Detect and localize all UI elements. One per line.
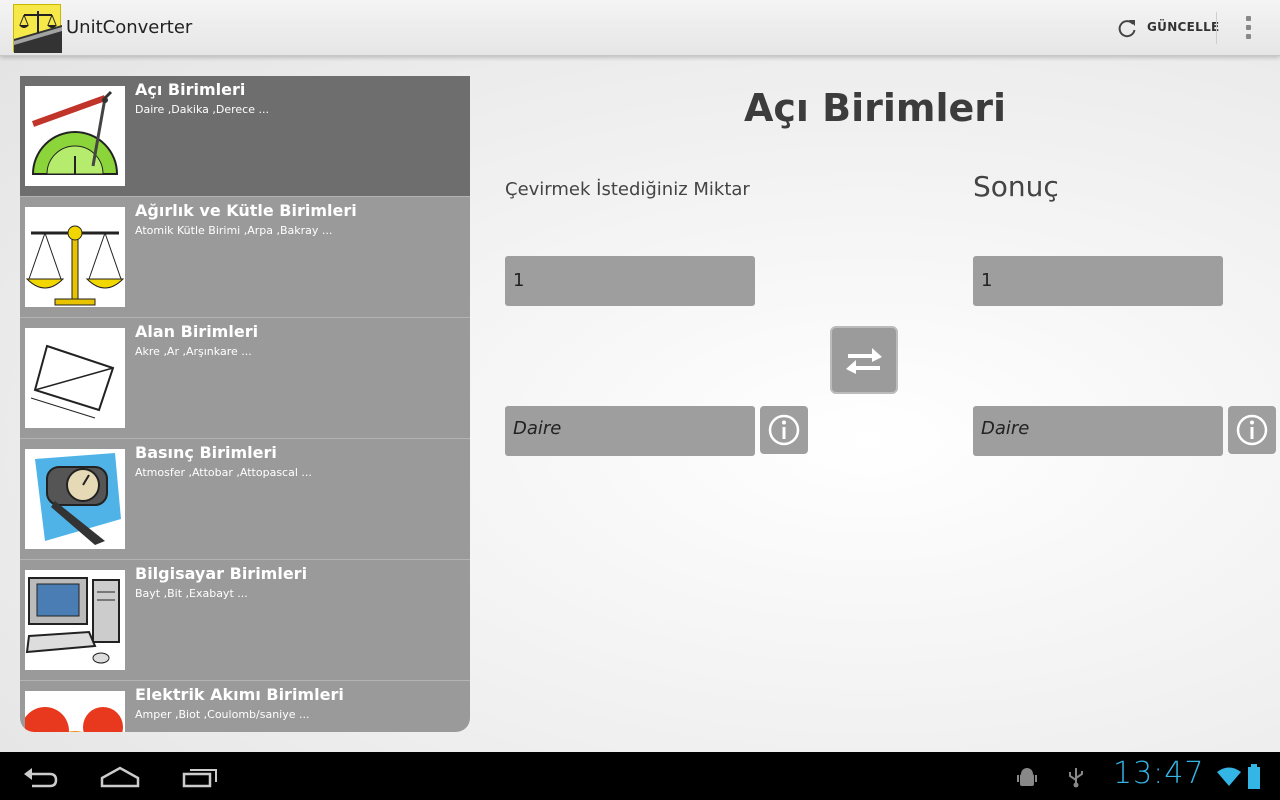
category-title: Elektrik Akımı Birimleri xyxy=(135,685,344,704)
android-debug-icon xyxy=(1017,768,1037,786)
app-title: UnitConverter xyxy=(66,17,193,38)
swap-units-button[interactable] xyxy=(830,326,898,394)
app-logo-icon xyxy=(13,4,62,53)
action-bar-divider xyxy=(1216,12,1217,44)
category-item-aci[interactable]: Açı Birimleri Daire ,Dakika ,Derece ... xyxy=(20,76,470,197)
result-field[interactable]: 1 xyxy=(973,256,1223,306)
category-title: Basınç Birimleri xyxy=(135,443,277,462)
system-navigation-bar: 13:47 xyxy=(0,752,1280,800)
electric-current-icon xyxy=(25,691,125,732)
category-item-alan[interactable]: Alan Birimleri Akre ,Ar ,Arşınkare ... xyxy=(20,318,470,439)
info-icon xyxy=(768,414,800,446)
refresh-icon xyxy=(1118,20,1136,38)
computer-icon xyxy=(25,570,125,670)
category-units: Akre ,Ar ,Arşınkare ... xyxy=(135,345,252,358)
category-title: Alan Birimleri xyxy=(135,322,259,341)
from-unit-info-button[interactable] xyxy=(760,406,808,454)
clock: 13:47 xyxy=(1113,756,1205,791)
category-item-basinc[interactable]: Basınç Birimleri Atmosfer ,Attobar ,Atto… xyxy=(20,439,470,560)
category-units: Bayt ,Bit ,Exabayt ... xyxy=(135,587,248,600)
rectangle-area-icon xyxy=(25,328,125,428)
refresh-button[interactable]: GÜNCELLE xyxy=(1108,8,1219,48)
category-units: Daire ,Dakika ,Derece ... xyxy=(135,103,269,116)
pressure-gauge-icon xyxy=(25,449,125,549)
action-bar: UnitConverter GÜNCELLE xyxy=(0,0,1280,56)
to-unit-info-button[interactable] xyxy=(1228,406,1276,454)
input-amount-field[interactable]: 1 xyxy=(505,256,755,306)
usb-icon xyxy=(1069,768,1083,788)
balance-scale-icon xyxy=(25,207,125,307)
category-units: Amper ,Biot ,Coulomb/saniye ... xyxy=(135,708,310,721)
category-item-elektrik[interactable]: Elektrik Akımı Birimleri Amper ,Biot ,Co… xyxy=(20,681,470,732)
category-item-bilgisayar[interactable]: Bilgisayar Birimleri Bayt ,Bit ,Exabayt … xyxy=(20,560,470,681)
category-units: Atmosfer ,Attobar ,Attopascal ... xyxy=(135,466,312,479)
category-title: Bilgisayar Birimleri xyxy=(135,564,308,583)
protractor-compass-icon xyxy=(25,86,125,186)
category-units: Atomik Kütle Birimi ,Arpa ,Bakray ... xyxy=(135,224,333,237)
back-icon[interactable] xyxy=(22,766,58,788)
result-label: Sonuç xyxy=(973,170,1059,203)
category-title: Açı Birimleri xyxy=(135,80,246,99)
overflow-dot-icon xyxy=(1246,16,1251,21)
home-icon[interactable] xyxy=(100,764,140,788)
info-icon xyxy=(1236,414,1268,446)
page-title: Açı Birimleri xyxy=(743,86,1007,130)
category-title: Ağırlık ve Kütle Birimleri xyxy=(135,201,357,220)
wifi-icon xyxy=(1217,767,1241,786)
overflow-menu-button[interactable] xyxy=(1236,12,1260,44)
recent-apps-icon[interactable] xyxy=(182,766,220,788)
refresh-label: GÜNCELLE xyxy=(1147,20,1220,34)
input-amount-label: Çevirmek İstediğiniz Miktar xyxy=(505,179,750,200)
overflow-dot-icon xyxy=(1246,25,1251,30)
battery-icon xyxy=(1248,764,1260,789)
overflow-dot-icon xyxy=(1246,34,1251,39)
swap-arrows-icon xyxy=(846,348,882,374)
to-unit-select[interactable]: Daire xyxy=(973,406,1223,456)
category-list[interactable]: Açı Birimleri Daire ,Dakika ,Derece ... … xyxy=(20,76,470,732)
from-unit-select[interactable]: Daire xyxy=(505,406,755,456)
category-item-agirlik[interactable]: Ağırlık ve Kütle Birimleri Atomik Kütle … xyxy=(20,197,470,318)
